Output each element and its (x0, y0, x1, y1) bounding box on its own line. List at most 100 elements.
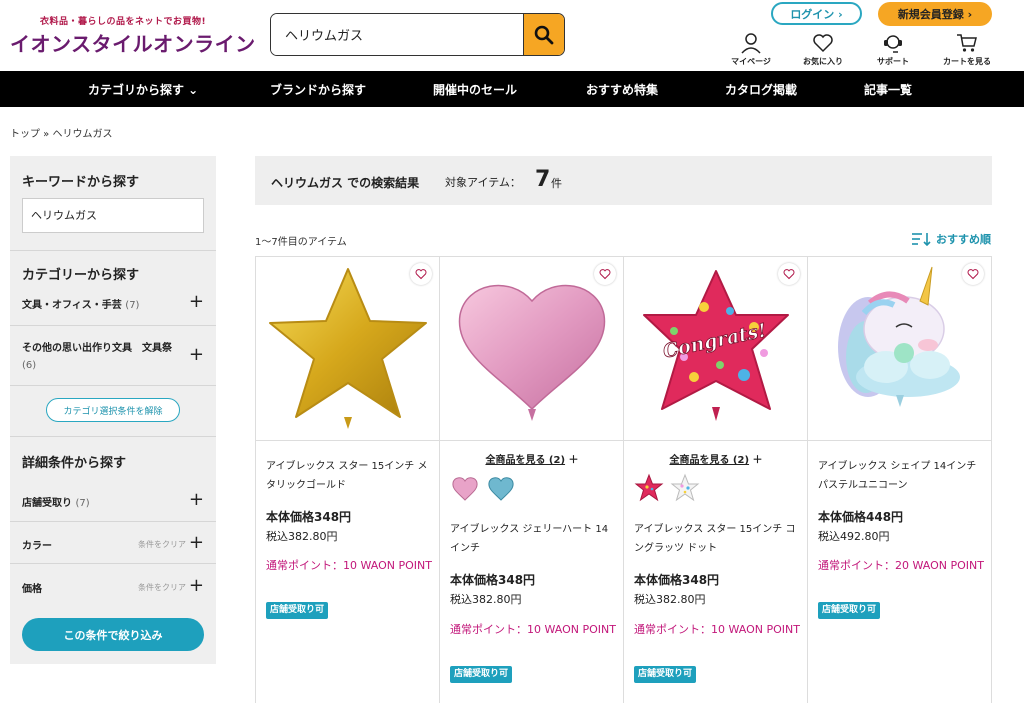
plus-icon: ＋ (568, 455, 579, 466)
product-image[interactable] (808, 257, 992, 441)
support-link[interactable]: サポート (863, 32, 923, 67)
unicorn-balloon-icon (838, 266, 960, 407)
plus-icon: ＋ (752, 455, 763, 466)
favorite-button[interactable] (962, 263, 984, 285)
filter-label: カラー (22, 541, 52, 552)
product-name[interactable]: アイブレックス スター 15インチ コングラッツ ドット (634, 520, 800, 558)
favorite-button[interactable] (410, 263, 432, 285)
breadcrumb[interactable]: トップ » ヘリウムガス (10, 125, 112, 140)
detail-heading: 詳細条件から探す (22, 456, 127, 471)
results-header: ヘリウムガス での検索結果 対象アイテム： 7 件 (255, 156, 992, 205)
category-label: 文具・オフィス・手芸 (22, 300, 122, 311)
product-card[interactable]: アイブレックス シェイプ 14インチ パステルユニコーン 本体価格448円 税込… (808, 257, 992, 703)
product-points: 通常ポイント：20 WAON POINT (818, 559, 984, 572)
plus-icon: + (188, 344, 204, 365)
nav-sales[interactable]: 開催中のセール (433, 81, 517, 98)
product-price: 本体価格348円 (266, 510, 352, 524)
main-nav: カテゴリから探す ⌄ ブランドから探す 開催中のセール おすすめ特集 カタログ掲… (0, 71, 1024, 107)
mypage-link[interactable]: マイページ (721, 32, 781, 67)
apply-filter-button[interactable]: この条件で絞り込み (22, 618, 204, 651)
product-points: 通常ポイント：10 WAON POINT (634, 623, 800, 636)
product-name[interactable]: アイブレックス スター 15インチ メタリックゴールド (266, 457, 432, 495)
product-price: 本体価格348円 (634, 573, 720, 587)
white-star-swatch-icon[interactable] (670, 473, 700, 503)
store-pickup-badge: 店舗受取り可 (266, 602, 329, 619)
product-name[interactable]: アイブレックス ジェリーハート 14インチ (450, 520, 616, 558)
product-card[interactable]: 全商品を見る (2) ＋ アイブレックス ジェリーハート 14インチ 本体価格3… (440, 257, 624, 703)
pink-heart-swatch-icon[interactable] (450, 473, 480, 503)
congrats-star-balloon-icon: Congrats! (643, 270, 789, 421)
see-all-variants-link[interactable]: 全商品を見る (2) ＋ (624, 451, 808, 466)
plus-icon: + (188, 532, 204, 553)
divider (10, 325, 216, 326)
category-item-stationery[interactable]: 文具・オフィス・手芸 (7) + (22, 291, 204, 312)
divider (10, 385, 216, 386)
see-all-variants-link[interactable]: 全商品を見る (2) ＋ (440, 451, 624, 466)
product-grid: アイブレックス スター 15インチ メタリックゴールド 本体価格348円 税込3… (255, 256, 992, 703)
divider (10, 250, 216, 251)
support-label: サポート (877, 57, 909, 66)
plus-icon: + (188, 291, 204, 312)
product-tax-price: 税込382.80円 (634, 593, 706, 606)
favorite-button[interactable] (594, 263, 616, 285)
site-header: 衣料品・暮らしの品をネットでお買物! イオンスタイルオンライン ログイン › 新… (0, 0, 1024, 71)
nav-catalog[interactable]: カタログ掲載 (725, 81, 797, 98)
product-name[interactable]: アイブレックス シェイプ 14インチ パステルユニコーン (818, 457, 984, 495)
pink-heart-balloon-icon (458, 284, 606, 421)
product-image[interactable] (440, 257, 624, 441)
filter-label: 店舗受取り (22, 498, 72, 509)
plus-icon: + (188, 575, 204, 596)
search-box (270, 13, 565, 56)
product-points: 通常ポイント：10 WAON POINT (266, 559, 432, 572)
divider (10, 521, 216, 522)
divider (10, 563, 216, 564)
search-button[interactable] (523, 14, 564, 55)
login-button[interactable]: ログイン › (771, 2, 862, 25)
product-card[interactable]: Congrats! 全商品を見る (2) ＋ アイブレックス スター 15インチ… (624, 257, 808, 703)
filter-color[interactable]: カラー 条件をクリア + (22, 532, 204, 553)
product-card[interactable]: アイブレックス スター 15インチ メタリックゴールド 本体価格348円 税込3… (256, 257, 440, 703)
mypage-label: マイページ (731, 57, 771, 66)
nav-articles[interactable]: 記事一覧 (864, 81, 912, 98)
keyword-heading: キーワードから探す (22, 175, 140, 190)
product-tax-price: 税込382.80円 (450, 593, 522, 606)
favorites-link[interactable]: お気に入り (793, 32, 853, 67)
sort-dropdown[interactable]: おすすめ順 (912, 231, 991, 247)
blue-heart-swatch-icon[interactable] (486, 473, 516, 503)
clear-color-link[interactable]: 条件をクリア (138, 539, 186, 550)
nav-features[interactable]: おすすめ特集 (586, 81, 658, 98)
nav-categories[interactable]: カテゴリから探す ⌄ (88, 81, 198, 98)
store-pickup-badge: 店舗受取り可 (450, 666, 513, 683)
heart-outline-icon (415, 269, 427, 280)
variant-swatches (634, 473, 700, 503)
favorite-button[interactable] (778, 263, 800, 285)
sort-label: おすすめ順 (936, 233, 991, 246)
store-pickup-badge: 店舗受取り可 (634, 666, 697, 683)
search-input[interactable] (271, 14, 523, 55)
category-heading: カテゴリーから探す (22, 268, 140, 283)
product-points: 通常ポイント：10 WAON POINT (450, 623, 616, 636)
product-image[interactable]: Congrats! (624, 257, 808, 441)
filter-price[interactable]: 価格 条件をクリア + (22, 575, 204, 596)
variant-swatches (450, 473, 516, 503)
results-unit: 件 (551, 177, 562, 190)
see-all-label: 全商品を見る (2) (485, 455, 566, 466)
results-range: 1〜7件目のアイテム (255, 237, 347, 248)
category-item-other[interactable]: その他の思い出作り文具 文具祭 (6) + (22, 340, 204, 374)
red-star-swatch-icon[interactable] (634, 473, 664, 503)
plus-icon: + (188, 489, 204, 510)
clear-price-link[interactable]: 条件をクリア (138, 582, 186, 593)
filter-label: 価格 (22, 584, 42, 595)
category-count: (7) (125, 300, 140, 311)
product-image[interactable] (256, 257, 440, 441)
keyword-input[interactable]: ヘリウムガス (22, 198, 204, 233)
favorites-label: お気に入り (803, 57, 843, 66)
nav-brands[interactable]: ブランドから探す (270, 81, 366, 98)
clear-category-button[interactable]: カテゴリ選択条件を解除 (46, 398, 180, 422)
register-button[interactable]: 新規会員登録 › (878, 2, 992, 26)
cart-link[interactable]: カートを見る (937, 32, 997, 67)
site-logo[interactable]: イオンスタイルオンライン (10, 28, 256, 57)
divider (10, 436, 216, 437)
see-all-label: 全商品を見る (2) (669, 455, 750, 466)
filter-store-pickup[interactable]: 店舗受取り (7) + (22, 489, 204, 510)
